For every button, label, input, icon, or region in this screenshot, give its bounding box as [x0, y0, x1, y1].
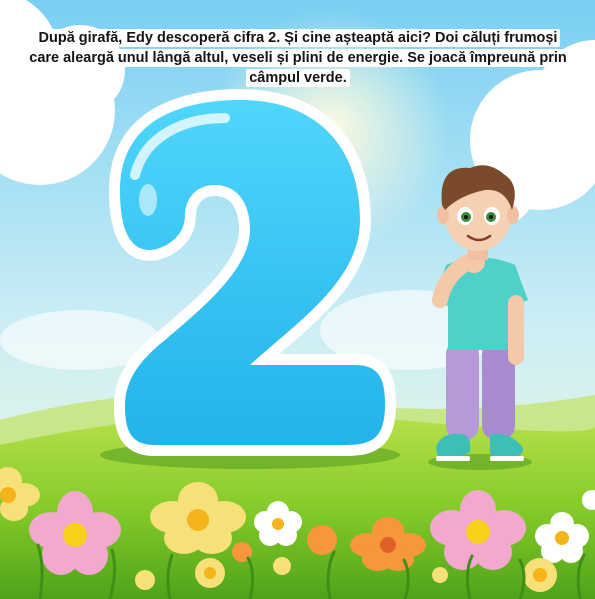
- illustration: [0, 0, 595, 599]
- story-text-content: După girafă, Edy descoperă cifra 2. Și c…: [26, 29, 570, 87]
- story-text: După girafă, Edy descoperă cifra 2. Și c…: [24, 28, 572, 88]
- storybook-page: După girafă, Edy descoperă cifra 2. Și c…: [0, 0, 595, 599]
